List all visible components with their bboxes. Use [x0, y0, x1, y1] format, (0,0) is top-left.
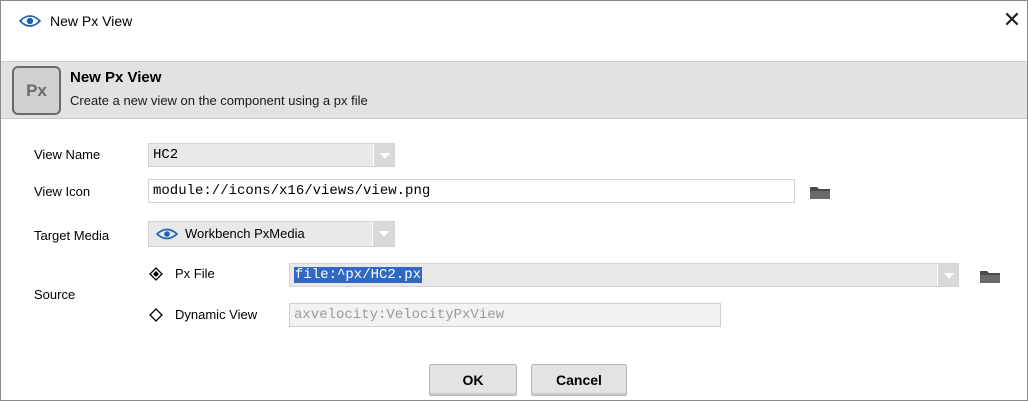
- target-media-value: Workbench PxMedia: [185, 226, 305, 241]
- folder-icon[interactable]: [809, 184, 831, 200]
- px-file-label[interactable]: Px File: [175, 266, 215, 281]
- chevron-down-icon[interactable]: [373, 144, 394, 166]
- target-media-label: Target Media: [34, 228, 110, 243]
- ok-button[interactable]: OK: [429, 364, 517, 396]
- new-px-view-dialog: New Px View ✕ Px New Px View Create a ne…: [0, 0, 1028, 401]
- view-icon-label: View Icon: [34, 184, 91, 199]
- cancel-button[interactable]: Cancel: [531, 364, 627, 396]
- dynamic-view-field: axvelocity:VelocityPxView: [289, 303, 721, 327]
- dialog-header: Px New Px View Create a new view on the …: [1, 61, 1027, 119]
- chevron-down-icon[interactable]: [937, 264, 958, 286]
- px-file-combo[interactable]: file:^px/HC2.px: [289, 263, 959, 287]
- window-title: New Px View: [50, 13, 133, 29]
- folder-icon[interactable]: [979, 268, 1001, 284]
- view-name-value: HC2: [153, 147, 179, 163]
- view-name-combo[interactable]: HC2: [148, 143, 395, 167]
- dynamic-view-radio[interactable]: [149, 308, 163, 322]
- header-title: New Px View: [70, 69, 162, 86]
- view-icon-value: module://icons/x16/views/view.png: [153, 183, 431, 199]
- close-icon: ✕: [1002, 7, 1022, 32]
- px-file-icon: Px: [12, 66, 61, 115]
- header-subtitle: Create a new view on the component using…: [70, 93, 368, 108]
- niagara-eye-icon: [19, 15, 41, 27]
- title-bar: New Px View ✕: [1, 1, 1027, 41]
- view-name-label: View Name: [34, 147, 101, 162]
- niagara-eye-icon: [156, 228, 178, 240]
- source-label: Source: [34, 287, 76, 302]
- target-media-combo[interactable]: Workbench PxMedia: [148, 221, 395, 247]
- view-icon-field[interactable]: module://icons/x16/views/view.png: [148, 179, 795, 203]
- dynamic-view-label[interactable]: Dynamic View: [175, 307, 257, 322]
- dynamic-view-value: axvelocity:VelocityPxView: [294, 307, 505, 323]
- px-file-value: file:^px/HC2.px: [294, 267, 423, 283]
- close-button[interactable]: ✕: [999, 7, 1025, 33]
- px-file-radio[interactable]: [149, 267, 163, 281]
- chevron-down-icon[interactable]: [372, 222, 394, 246]
